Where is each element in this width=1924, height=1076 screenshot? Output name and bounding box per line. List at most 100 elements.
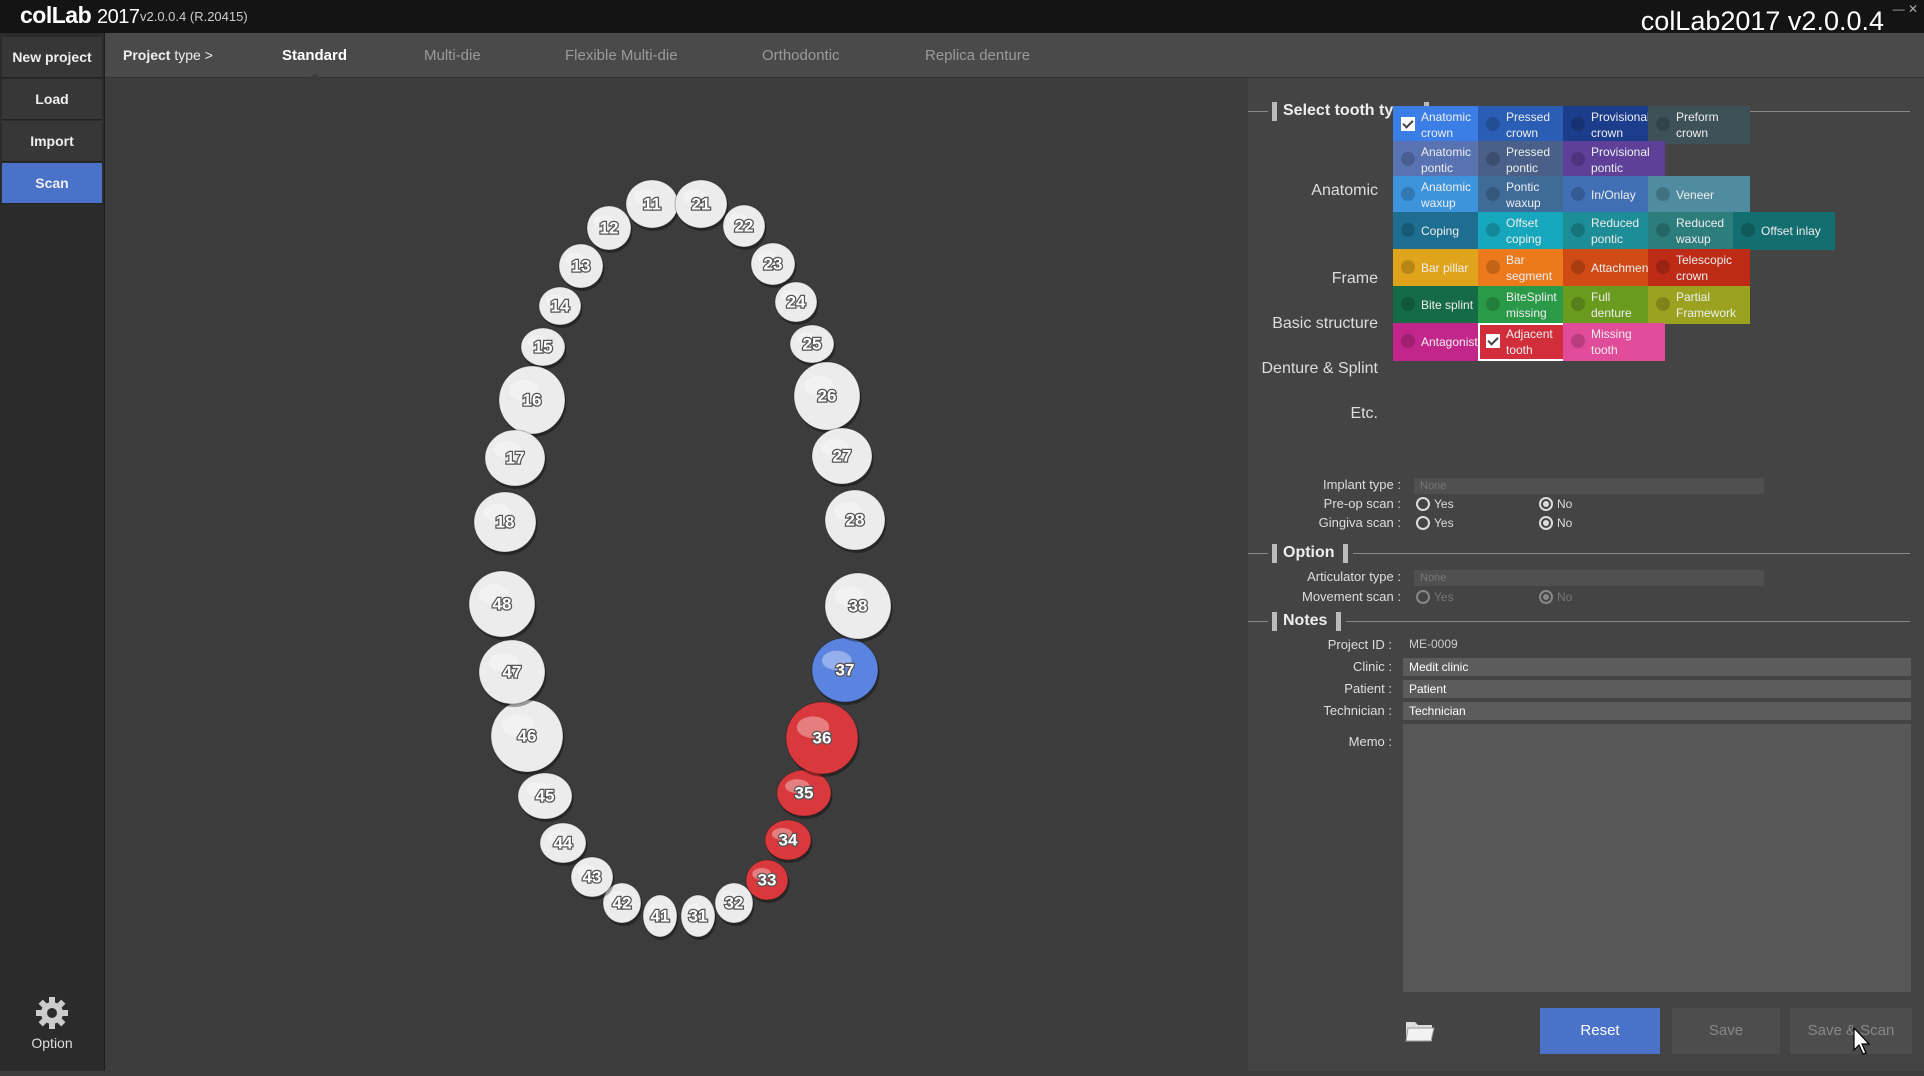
tooth-number-label: 35 xyxy=(795,784,814,803)
save-and-scan-button[interactable]: Save & Scan xyxy=(1790,1008,1912,1054)
checkbox-icon xyxy=(1571,117,1585,131)
tooth-type-label: Bar segment xyxy=(1506,252,1552,284)
import-button[interactable]: Import xyxy=(2,121,102,162)
tooth-25[interactable]: 25 xyxy=(789,324,836,366)
movement-no-radio[interactable]: No xyxy=(1539,590,1572,604)
tooth-type-label-line1: Bar xyxy=(1506,253,1525,267)
checkbox-icon xyxy=(1656,260,1670,274)
clinic-field[interactable]: Medit clinic xyxy=(1403,658,1911,676)
checkbox-icon xyxy=(1401,334,1415,348)
tab-replica-denture[interactable]: Replica denture xyxy=(925,47,1030,64)
tooth-type-veneer[interactable]: Veneer xyxy=(1648,176,1750,214)
row-label-etc: Etc. xyxy=(1350,405,1378,422)
tooth-34[interactable]: 34 xyxy=(764,819,813,863)
project-id-label: Project ID : xyxy=(1327,637,1392,652)
tooth-35[interactable]: 35 xyxy=(776,769,833,819)
tooth-17[interactable]: 17 xyxy=(484,429,547,489)
tooth-number-label: 31 xyxy=(689,907,708,926)
window-controls[interactable]: — ✕ xyxy=(1893,2,1918,16)
tooth-type-label: Telescopic crown xyxy=(1676,252,1732,284)
tooth-24[interactable]: 24 xyxy=(774,281,819,325)
tooth-44[interactable]: 44 xyxy=(539,822,588,866)
tooth-type-label-line1: Partial xyxy=(1676,290,1711,304)
tooth-22[interactable]: 22 xyxy=(722,204,767,250)
checkbox-icon xyxy=(1486,297,1500,311)
tooth-number-label: 17 xyxy=(506,449,525,468)
tooth-number-label: 45 xyxy=(536,787,555,806)
checkbox-icon xyxy=(1656,117,1670,131)
tooth-21[interactable]: 21 xyxy=(674,179,729,231)
tooth-11[interactable]: 11 xyxy=(625,179,680,231)
save-button[interactable]: Save xyxy=(1672,1008,1780,1054)
tooth-type-partial-framework[interactable]: Partial Framework xyxy=(1648,286,1750,324)
tooth-type-missing-tooth[interactable]: Missing tooth xyxy=(1563,323,1665,361)
movement-yes-radio[interactable]: Yes xyxy=(1416,590,1454,604)
folder-icon[interactable] xyxy=(1404,1016,1436,1044)
tab-standard[interactable]: Standard xyxy=(282,47,347,80)
technician-field[interactable]: Technician xyxy=(1403,702,1911,720)
tab-orthodontic[interactable]: Orthodontic xyxy=(762,47,840,64)
tooth-type-label-line1: Full xyxy=(1591,290,1611,304)
tooth-36[interactable]: 36 xyxy=(785,701,860,777)
checkbox-icon xyxy=(1656,297,1670,311)
load-button[interactable]: Load xyxy=(2,79,102,120)
movement-scan-label: Movement scan : xyxy=(1302,589,1401,604)
memo-textarea[interactable] xyxy=(1403,724,1911,992)
tooth-45[interactable]: 45 xyxy=(517,772,574,822)
reset-button[interactable]: Reset xyxy=(1540,1008,1660,1054)
tooth-type-provisional-pontic[interactable]: Provisional pontic xyxy=(1563,141,1665,179)
patient-field[interactable]: Patient xyxy=(1403,680,1911,698)
tooth-type-label-line2: coping xyxy=(1506,232,1542,246)
tooth-18[interactable]: 18 xyxy=(473,491,538,555)
tooth-type-offset-inlay[interactable]: Offset inlay xyxy=(1733,212,1835,250)
tooth-type-label: Bar pillar xyxy=(1421,260,1468,276)
tooth-type-label: Partial Framework xyxy=(1676,289,1736,321)
tooth-46[interactable]: 46 xyxy=(490,699,565,775)
dental-arch: 11 12 13 14 15 16 17 18 21 22 2324 25 26 27 28 31 32 33 34… xyxy=(468,179,893,940)
row-label-denture-splint: Denture & Splint xyxy=(1261,360,1378,377)
articulator-type-select[interactable]: None xyxy=(1414,570,1764,586)
gingiva-no-radio[interactable]: No xyxy=(1539,516,1572,530)
tooth-type-label-line1: Provisional xyxy=(1591,145,1650,159)
tooth-type-label: Pressed pontic xyxy=(1506,144,1550,176)
tooth-43[interactable]: 43 xyxy=(570,856,615,900)
tooth-type-label-line2: pontic xyxy=(1591,232,1624,246)
tooth-37[interactable]: 37 xyxy=(811,637,880,705)
tooth-12[interactable]: 12 xyxy=(586,205,633,253)
pre-op-yes-radio[interactable]: Yes xyxy=(1416,497,1454,511)
tooth-48[interactable]: 48 xyxy=(468,570,537,640)
tooth-type-label-line1: Offset inlay xyxy=(1761,224,1821,238)
tooth-38[interactable]: 38 xyxy=(824,572,893,642)
pre-op-scan-label: Pre-op scan : xyxy=(1323,496,1401,511)
implant-type-select[interactable]: None xyxy=(1414,478,1764,494)
row-label-frame: Frame xyxy=(1331,270,1378,287)
tooth-type-label-line1: Bar pillar xyxy=(1421,261,1469,275)
tooth-31[interactable]: 31 xyxy=(680,894,717,940)
tooth-47[interactable]: 47 xyxy=(478,639,547,707)
tooth-15[interactable]: 15 xyxy=(520,327,567,369)
option-button[interactable]: Option xyxy=(2,985,102,1069)
tooth-28[interactable]: 28 xyxy=(824,489,887,553)
tab-multi-die[interactable]: Multi-die xyxy=(424,47,481,64)
tooth-27[interactable]: 27 xyxy=(811,427,874,487)
tooth-type-telescopic-crown[interactable]: Telescopic crown xyxy=(1648,249,1750,287)
tooth-type-preform-crown[interactable]: Preform crown xyxy=(1648,106,1750,144)
scan-button[interactable]: Scan xyxy=(2,163,102,204)
tooth-type-label-line2: tooth xyxy=(1591,343,1618,357)
tooth-type-label: Veneer xyxy=(1676,187,1714,203)
tooth-26[interactable]: 26 xyxy=(793,361,862,433)
pre-op-no-radio[interactable]: No xyxy=(1539,497,1572,511)
tooth-41[interactable]: 41 xyxy=(642,894,679,940)
tab-flexible-multi-die[interactable]: Flexible Multi-die xyxy=(565,47,678,64)
tooth-type-label-line2: waxup xyxy=(1506,196,1541,210)
new-project-button[interactable]: New project xyxy=(2,37,102,78)
tooth-23[interactable]: 23 xyxy=(750,242,797,288)
tooth-type-label: Offset coping xyxy=(1506,215,1541,247)
tooth-13[interactable]: 13 xyxy=(558,243,605,291)
gingiva-yes-radio[interactable]: Yes xyxy=(1416,516,1454,530)
tooth-number-label: 44 xyxy=(554,834,573,853)
tooth-14[interactable]: 14 xyxy=(538,286,583,328)
checkbox-icon xyxy=(1571,223,1585,237)
tooth-16[interactable]: 16 xyxy=(498,365,567,437)
tooth-type-label-line1: Preform xyxy=(1676,110,1719,124)
